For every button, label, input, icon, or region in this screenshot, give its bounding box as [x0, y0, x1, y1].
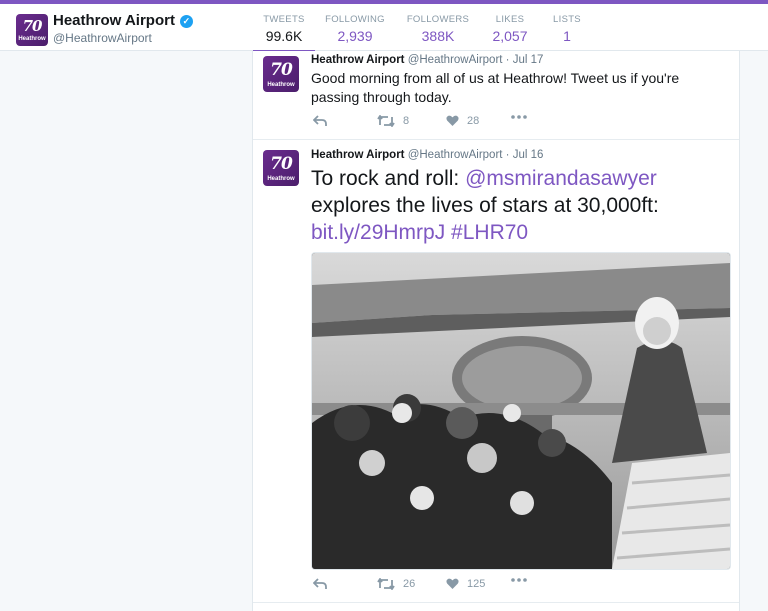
tweet-text: Good morning from all of us at Heathrow!… [311, 70, 680, 105]
verified-badge-icon: ✓ [179, 15, 193, 28]
tweet-author[interactable]: Heathrow Airport [311, 149, 405, 161]
more-button[interactable] [511, 115, 527, 119]
retweet-icon [377, 578, 395, 590]
like-count: 28 [467, 115, 480, 127]
heart-icon [446, 578, 459, 589]
stat-tweets[interactable]: TWEETS 99.6K [258, 14, 310, 44]
stat-label: FOLLOWING [325, 14, 385, 25]
stat-label: LIKES [495, 14, 525, 25]
stat-label: FOLLOWERS [406, 14, 470, 25]
more-dots-icon [511, 115, 527, 119]
profile-avatar[interactable]: 70 Heathrow [16, 14, 48, 46]
tweet-header: Heathrow Airport @HeathrowAirport · Jul … [311, 149, 543, 161]
tweet[interactable]: 70 Heathrow Heathrow Airport @HeathrowAi… [253, 51, 739, 140]
stat-value: 2,939 [337, 28, 373, 44]
retweet-count: 8 [403, 115, 410, 127]
tweet-date[interactable]: Jul 17 [513, 54, 544, 66]
reply-icon [313, 578, 327, 589]
stat-label: TWEETS [263, 14, 305, 25]
tweet[interactable]: 70 Heathrow Heathrow Airport @HeathrowAi… [253, 140, 739, 603]
photo-placeholder-image [312, 253, 730, 569]
stat-likes[interactable]: LIKES 2,057 [490, 14, 530, 44]
avatar-logo-number: 70 [270, 60, 293, 80]
tweet-text: To rock and roll: @msmirandasawyer explo… [311, 165, 731, 246]
retweet-icon [377, 115, 395, 127]
tweet-text-part: To rock and roll: [311, 167, 466, 190]
stat-following[interactable]: FOLLOWING 2,939 [322, 14, 388, 44]
tweet-date[interactable]: Jul 16 [513, 149, 544, 161]
retweet-button[interactable]: 8 [377, 115, 409, 127]
mention-link[interactable]: @msmirandasawyer [465, 167, 657, 190]
profile-name[interactable]: Heathrow Airport ✓ [53, 12, 193, 29]
tweet-author[interactable]: Heathrow Airport [311, 54, 405, 66]
tweet-photo[interactable] [311, 252, 731, 570]
tweet-handle[interactable]: @HeathrowAirport [408, 149, 503, 161]
tweet-separator: · [505, 149, 510, 161]
more-dots-icon [511, 578, 527, 582]
url-link[interactable]: bit.ly/29HmrpJ [311, 221, 445, 244]
profile-nav-bar: 70 Heathrow Heathrow Airport ✓ @HeathrowA… [0, 4, 768, 54]
avatar-logo-word: Heathrow [267, 82, 295, 88]
hashtag-link[interactable]: #LHR70 [451, 221, 528, 244]
reply-button[interactable] [313, 115, 327, 127]
tweet-avatar[interactable]: 70 Heathrow [263, 56, 299, 92]
profile-handle[interactable]: @HeathrowAirport [53, 31, 152, 45]
reply-button[interactable] [313, 578, 327, 590]
heart-icon [446, 115, 459, 126]
avatar-logo-word: Heathrow [18, 36, 46, 42]
stat-followers[interactable]: FOLLOWERS 388K [404, 14, 472, 44]
stat-value: 99.6K [265, 28, 303, 44]
avatar-logo-number: 70 [22, 17, 43, 35]
stat-label: LISTS [553, 14, 581, 25]
tweet-handle[interactable]: @HeathrowAirport [408, 54, 503, 66]
stat-value: 2,057 [492, 28, 528, 44]
reply-icon [313, 115, 327, 126]
like-count: 125 [467, 578, 486, 590]
profile-name-text: Heathrow Airport [53, 12, 175, 29]
tweet-text-part: explores the lives of stars at 30,000ft: [311, 194, 659, 217]
tweet-avatar[interactable]: 70 Heathrow [263, 150, 299, 186]
retweet-count: 26 [403, 578, 416, 590]
more-button[interactable] [511, 578, 527, 582]
stat-value: 388K [421, 28, 455, 44]
tweet-timeline: 70 Heathrow Heathrow Airport @HeathrowAi… [252, 51, 740, 611]
stat-value: 1 [563, 28, 571, 44]
retweet-button[interactable]: 26 [377, 578, 415, 590]
like-button[interactable]: 125 [446, 578, 485, 590]
stat-lists[interactable]: LISTS 1 [550, 14, 584, 44]
avatar-logo-number: 70 [270, 154, 293, 174]
tweet-header: Heathrow Airport @HeathrowAirport · Jul … [311, 54, 543, 66]
tweet-separator: · [505, 54, 510, 66]
avatar-logo-word: Heathrow [267, 176, 295, 182]
like-button[interactable]: 28 [446, 115, 479, 127]
